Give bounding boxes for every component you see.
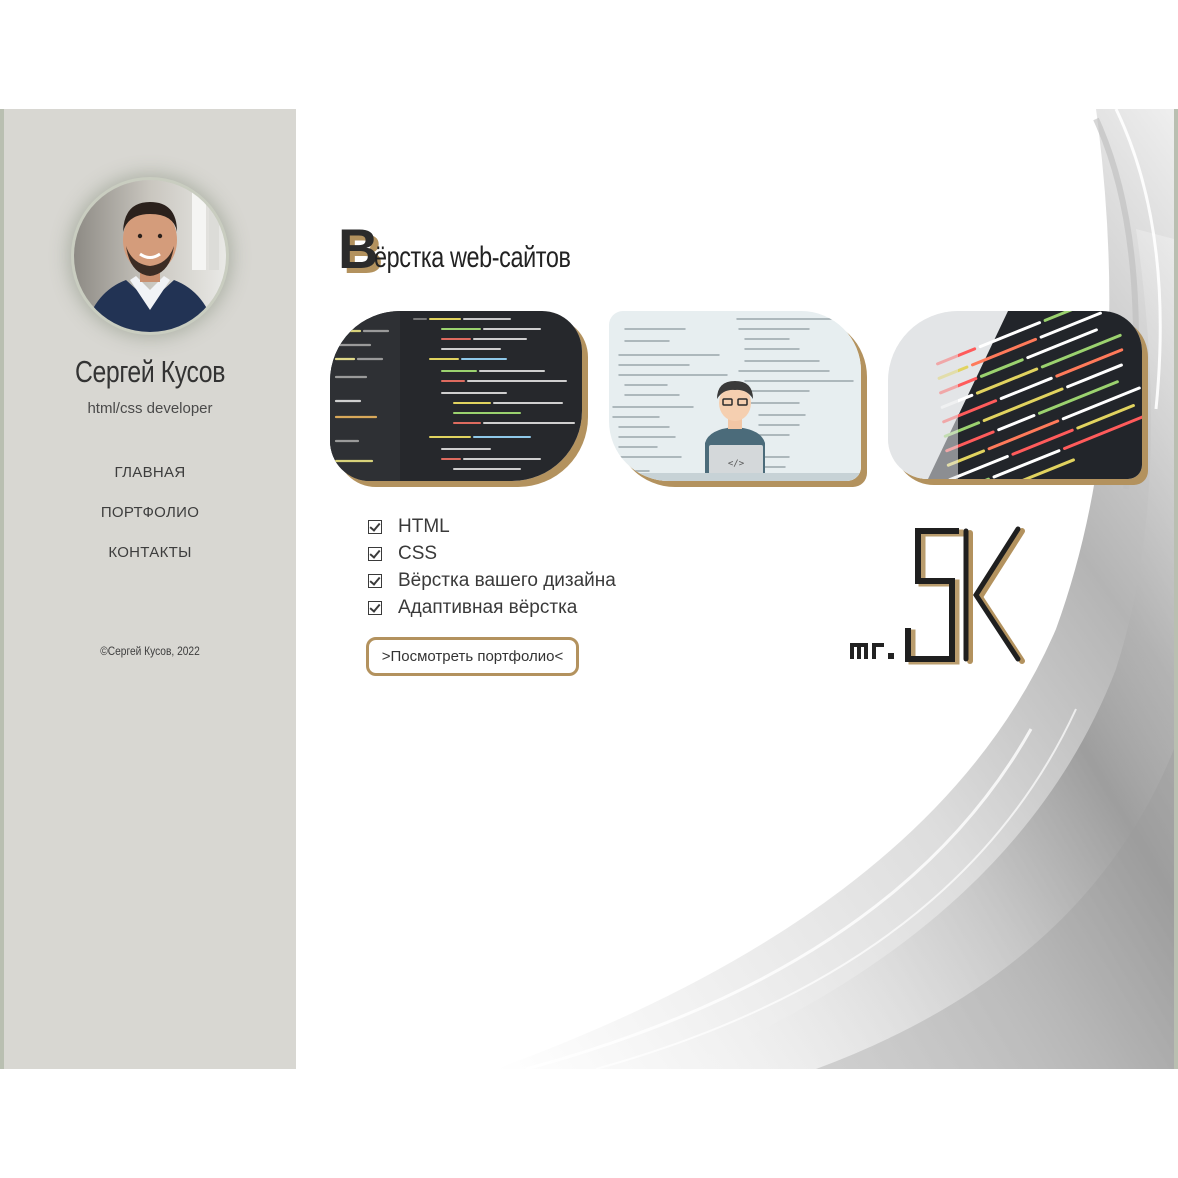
feature-item: CSS — [368, 540, 616, 567]
svg-text:</>: </> — [728, 459, 745, 469]
title-rest: ёрстка web-сайтов — [374, 241, 571, 274]
profile-role: html/css developer — [87, 400, 213, 417]
checkbox-icon — [368, 546, 382, 561]
feature-item: Адаптивная вёрстка — [368, 594, 616, 621]
nav-item-portfolio[interactable]: ПОРТФОЛИО — [4, 501, 296, 541]
code-image-card — [330, 311, 582, 481]
profile-name: Сергей Кусов — [75, 354, 225, 389]
code-closeup-card — [888, 311, 1142, 479]
view-portfolio-button[interactable]: >Посмотреть портфолио< — [366, 637, 579, 676]
checkbox-icon — [368, 519, 382, 534]
copyright-text: ©Сергей Кусов, 2022 — [100, 644, 200, 658]
feature-label: HTML — [398, 515, 450, 537]
feature-list: HTML CSS Вёрстка вашего дизайна Адаптивн… — [368, 513, 616, 621]
feature-label: Вёрстка вашего дизайна — [398, 569, 616, 591]
main-nav: ГЛАВНАЯ ПОРТФОЛИО КОНТАКТЫ — [4, 461, 296, 581]
feature-item: HTML — [368, 513, 616, 540]
checkbox-icon — [368, 600, 382, 615]
nav-item-contacts[interactable]: КОНТАКТЫ — [4, 541, 296, 581]
brand-logo — [850, 526, 1025, 665]
sidebar: Сергей Кусов html/css developer ГЛАВНАЯ … — [4, 109, 296, 1069]
frame-right-border — [1174, 109, 1178, 1069]
developer-illustration-card: </> — [609, 311, 861, 481]
nav-item-home[interactable]: ГЛАВНАЯ — [4, 461, 296, 501]
feature-label: CSS — [398, 542, 438, 564]
title-initial: В — [338, 217, 379, 280]
page-frame: Сергей Кусов html/css developer ГЛАВНАЯ … — [0, 109, 1178, 1069]
feature-item: Вёрстка вашего дизайна — [368, 567, 616, 594]
main-content: В ёрстка web-сайтов </> HTML CSS Вёрстка… — [296, 109, 1174, 1069]
checkbox-icon — [368, 573, 382, 588]
feature-label: Адаптивная вёрстка — [398, 596, 578, 618]
avatar — [74, 180, 226, 332]
